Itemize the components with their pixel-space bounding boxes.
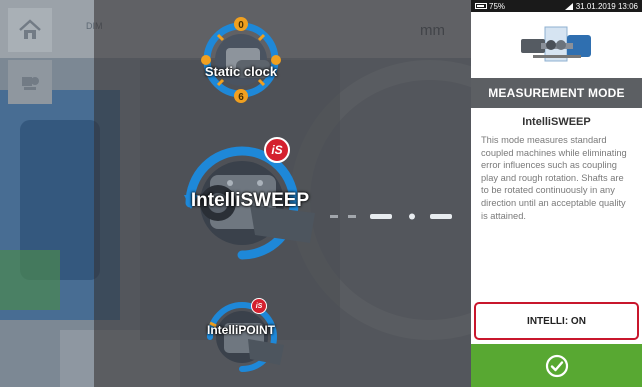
mode-static-clock-label: Static clock bbox=[204, 64, 278, 79]
status-datetime: 31.01.2019 13:06 bbox=[575, 1, 638, 11]
intelli-toggle-button[interactable]: INTELLI: ON bbox=[474, 302, 639, 340]
side-panel: 75% 31.01.2019 13:06 MEASUREMENT MODE In… bbox=[471, 0, 642, 387]
coupled-machines-icon bbox=[520, 26, 591, 62]
static-clock-icon: 0 6 bbox=[201, 17, 281, 103]
measurement-screen: DIM mm 0 6 Static clock bbox=[0, 0, 471, 387]
intellisweep-badge-text: iS bbox=[271, 143, 283, 157]
alignment-dashes bbox=[330, 213, 452, 220]
battery-icon bbox=[475, 3, 487, 9]
confirm-button[interactable] bbox=[471, 344, 642, 387]
intellipoint-badge: iS bbox=[251, 298, 267, 314]
panel-mode-title: IntelliSWEEP bbox=[522, 116, 591, 128]
mode-intellisweep[interactable]: iS IntelliSWEEP bbox=[160, 133, 320, 273]
intellipoint-icon bbox=[207, 302, 284, 372]
dim-overlay-left bbox=[0, 0, 94, 387]
signal-icon bbox=[564, 2, 573, 10]
intellipoint-badge-text: iS bbox=[255, 302, 263, 310]
mode-intellipoint-label: IntelliPOINT bbox=[206, 323, 275, 337]
status-bar: 75% 31.01.2019 13:06 bbox=[471, 0, 642, 12]
panel-header: MEASUREMENT MODE bbox=[471, 78, 642, 108]
check-circle-icon bbox=[545, 354, 568, 377]
intellisweep-badge: iS bbox=[264, 137, 290, 163]
battery-level: 75% bbox=[489, 1, 506, 11]
svg-text:0: 0 bbox=[238, 20, 244, 31]
mode-intellisweep-label: IntelliSWEEP bbox=[190, 190, 310, 211]
panel-illustration bbox=[471, 12, 642, 78]
mode-intellipoint[interactable]: iS IntelliPOINT bbox=[196, 293, 286, 387]
panel-mode-description: This mode measures standard coupled mach… bbox=[481, 135, 627, 221]
mode-static-clock[interactable]: 0 6 Static clock bbox=[196, 8, 286, 108]
intelli-toggle-label: INTELLI: ON bbox=[527, 315, 586, 327]
svg-text:6: 6 bbox=[238, 92, 244, 103]
